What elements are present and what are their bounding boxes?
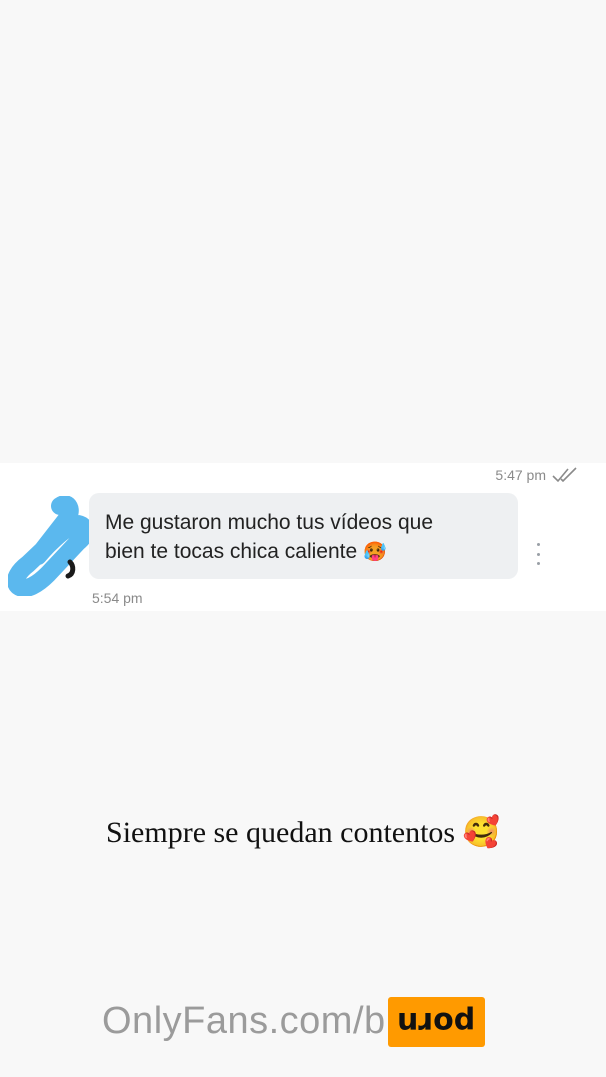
message-line-2: bien te tocas chica caliente 🥵 (105, 537, 502, 567)
redacted-avatar-scribble (8, 496, 94, 596)
porn-badge-label: porn (397, 1004, 476, 1040)
caption: Siempre se quedan contentos 🥰 (0, 815, 606, 850)
sent-timestamp: 5:47 pm (495, 467, 546, 483)
hot-face-emoji: 🥵 (363, 542, 387, 563)
message-bubble: Me gustaron mucho tus vídeos que bien te… (89, 493, 518, 579)
more-options-icon[interactable] (534, 543, 542, 565)
caption-text: Siempre se quedan contentos (106, 816, 456, 849)
message-line-2-text: bien te tocas chica caliente (105, 540, 358, 563)
double-check-icon (552, 467, 577, 483)
received-timestamp: 5:54 pm (92, 590, 143, 606)
smiling-hearts-emoji: 🥰 (462, 816, 500, 849)
porn-badge: porn (388, 997, 485, 1047)
message-line-1: Me gustaron mucho tus vídeos que (105, 511, 434, 534)
